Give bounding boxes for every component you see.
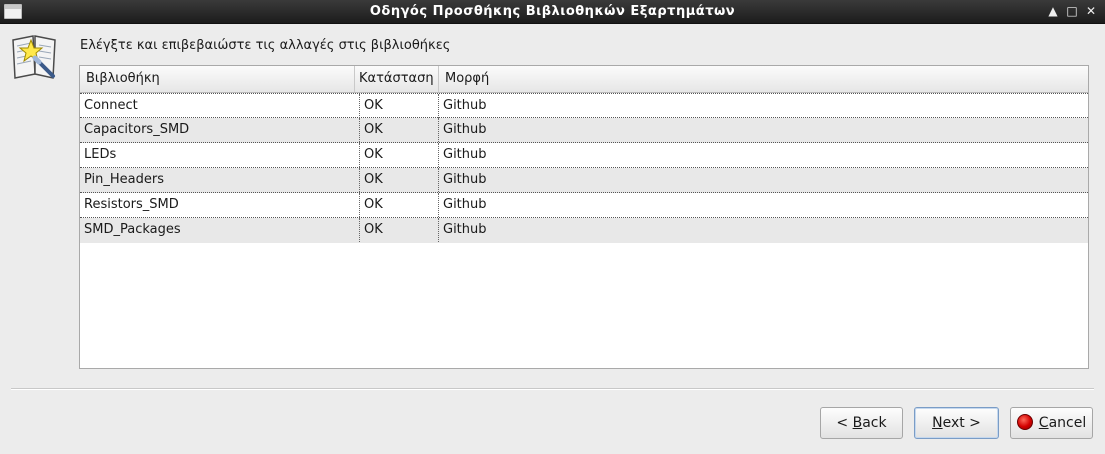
library-format: Github [438, 94, 1088, 118]
button-area-divider [11, 388, 1094, 390]
next-button-mnemonic: N [932, 415, 943, 431]
maximize-icon[interactable]: □ [1064, 3, 1080, 19]
instruction-text: Ελέγξτε και επιβεβαιώστε τις αλλαγές στι… [80, 38, 451, 53]
library-name: Capacitors_SMD [84, 122, 190, 137]
table-row[interactable]: LEDs OK Github [80, 143, 1088, 168]
library-name: Connect [84, 98, 138, 113]
table-row[interactable]: Resistors_SMD OK Github [80, 193, 1088, 218]
next-button-label: ext > [942, 415, 981, 431]
library-format: Github [438, 168, 1088, 192]
back-button-label: ack [862, 415, 887, 431]
column-header-library[interactable]: Βιβλιοθήκη [80, 66, 354, 92]
next-button[interactable]: Next > [914, 407, 999, 439]
library-status: OK [359, 94, 438, 118]
library-name: Resistors_SMD [84, 197, 179, 212]
table-row[interactable]: SMD_Packages OK Github [80, 218, 1088, 243]
title-bar[interactable]: Οδηγός Προσθήκης Βιβλιοθηκών Εξαρτημάτων… [0, 0, 1105, 24]
back-button-prefix: < [836, 415, 853, 431]
cancel-button-label: ancel [1048, 415, 1087, 431]
close-icon[interactable]: ✕ [1083, 3, 1099, 19]
library-name: LEDs [84, 147, 117, 162]
cancel-icon [1016, 414, 1033, 430]
cancel-button-mnemonic: C [1038, 415, 1049, 431]
table-row[interactable]: Connect OK Github [80, 93, 1088, 118]
library-format: Github [438, 118, 1088, 142]
table-header: Βιβλιοθήκη Κατάσταση Μορφή [80, 66, 1088, 93]
back-button[interactable]: < Back [820, 407, 903, 439]
library-format: Github [438, 143, 1088, 167]
cancel-button[interactable]: Cancel [1010, 407, 1093, 439]
column-header-format[interactable]: Μορφή [438, 66, 1088, 92]
keep-above-icon[interactable]: ▲ [1045, 3, 1061, 19]
table-row[interactable]: Capacitors_SMD OK Github [80, 118, 1088, 143]
library-status: OK [359, 193, 438, 217]
library-table[interactable]: Βιβλιοθήκη Κατάσταση Μορφή Connect OK Gi… [79, 65, 1089, 369]
library-name: Pin_Headers [84, 172, 165, 187]
window-title: Οδηγός Προσθήκης Βιβλιοθηκών Εξαρτημάτων [369, 4, 736, 19]
library-status: OK [359, 118, 438, 142]
library-status: OK [359, 143, 438, 167]
back-button-mnemonic: B [852, 415, 863, 431]
wizard-book-icon [12, 35, 56, 79]
column-header-status[interactable]: Κατάσταση [354, 66, 438, 92]
library-format: Github [438, 193, 1088, 217]
library-name: SMD_Packages [84, 222, 181, 237]
library-format: Github [438, 218, 1088, 242]
library-status: OK [359, 168, 438, 192]
library-status: OK [359, 218, 438, 242]
table-row[interactable]: Pin_Headers OK Github [80, 168, 1088, 193]
wizard-window: Οδηγός Προσθήκης Βιβλιοθηκών Εξαρτημάτων… [0, 0, 1105, 454]
